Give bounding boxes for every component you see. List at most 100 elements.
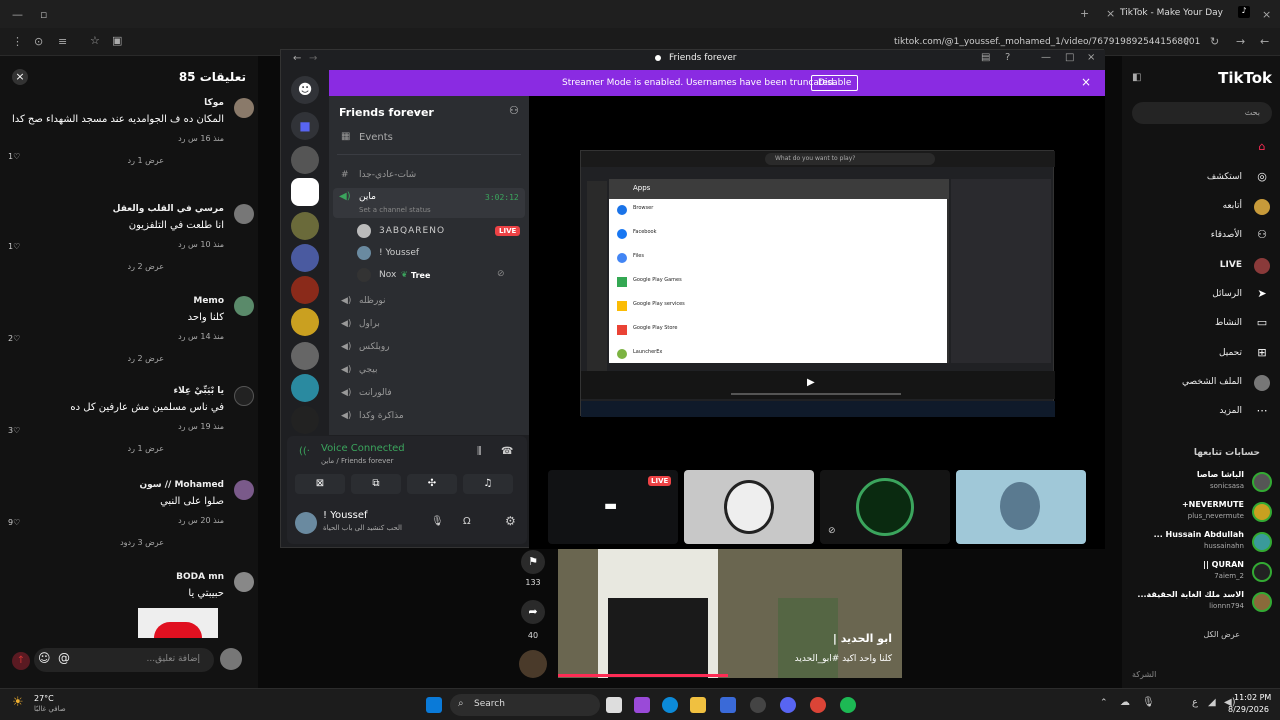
- app-icon[interactable]: [750, 697, 766, 713]
- disconnect-icon[interactable]: ☎: [501, 446, 513, 457]
- url-field[interactable]: tiktok.com/@1_youssef._mohamed_1/video/7…: [894, 37, 1200, 47]
- close-comments-icon[interactable]: ×: [12, 69, 28, 85]
- clock-time[interactable]: 11:02 PM: [1234, 693, 1271, 702]
- avatar[interactable]: [234, 98, 254, 118]
- voice-user-name[interactable]: 3ABQARENO: [379, 226, 445, 236]
- reply-button[interactable]: رد: [178, 134, 185, 143]
- nav-activity[interactable]: ▭ النشاط: [1130, 314, 1270, 334]
- sound-disc-icon[interactable]: [519, 650, 547, 678]
- reply-button[interactable]: رد: [178, 332, 185, 341]
- reply-button[interactable]: رد: [178, 422, 185, 431]
- emoji-icon[interactable]: ☺: [38, 651, 51, 665]
- channel-item[interactable]: شات-عادي-جدا: [359, 170, 416, 180]
- server-icon[interactable]: [291, 308, 319, 336]
- minimize-icon[interactable]: —: [12, 8, 23, 21]
- channel-item[interactable]: فالورانت: [359, 388, 392, 398]
- discord-home-icon[interactable]: ☻: [291, 76, 319, 104]
- voice-location[interactable]: ماين / Friends forever: [321, 457, 393, 465]
- events-icon[interactable]: ▦: [341, 131, 350, 142]
- company-link[interactable]: الشركة: [1132, 670, 1156, 679]
- taskbar-search[interactable]: ⌕ Search: [450, 694, 600, 716]
- heart-icon[interactable]: ♡: [13, 152, 20, 161]
- settings-gear-icon[interactable]: ⚙: [505, 514, 516, 528]
- tab-title[interactable]: TikTok - Make Your Day: [1120, 8, 1223, 18]
- avatar[interactable]: [234, 480, 254, 500]
- avatar[interactable]: [234, 572, 254, 592]
- heart-icon[interactable]: ♡: [13, 334, 20, 343]
- server-icon[interactable]: [291, 178, 319, 206]
- reply-button[interactable]: رد: [178, 516, 185, 525]
- user-avatar[interactable]: [295, 512, 317, 534]
- collapse-icon[interactable]: ◧: [1132, 72, 1141, 83]
- avatar[interactable]: [357, 224, 371, 238]
- heart-icon[interactable]: ♡: [13, 242, 20, 251]
- close-banner-icon[interactable]: ×: [1081, 75, 1091, 89]
- nav-messages[interactable]: ➤ الرسائل: [1130, 285, 1270, 305]
- view-replies-button[interactable]: عرض 2 رد: [8, 354, 224, 363]
- language-icon[interactable]: ع: [1192, 697, 1198, 708]
- participant-tile[interactable]: [684, 470, 814, 544]
- weather-temp[interactable]: 27°C: [34, 694, 54, 703]
- file-explorer-icon[interactable]: [690, 697, 706, 713]
- show-all-link[interactable]: عرض الكل: [1203, 630, 1240, 639]
- avatar[interactable]: [357, 246, 371, 260]
- discord-icon[interactable]: [780, 697, 796, 713]
- add-member-icon[interactable]: ⚇: [509, 104, 519, 117]
- participant-tile[interactable]: ⊘: [820, 470, 950, 544]
- menu-dots-icon[interactable]: ⋮: [12, 35, 23, 48]
- server-icon[interactable]: [291, 276, 319, 304]
- following-account[interactable]: Hussain Abdullah ... hussainahn: [1128, 528, 1272, 558]
- comment-user[interactable]: BODA mn: [8, 572, 224, 582]
- task-view-icon[interactable]: [606, 697, 622, 713]
- spotify-icon[interactable]: [840, 697, 856, 713]
- screen-share-button[interactable]: ⧉: [351, 474, 401, 494]
- new-tab-icon[interactable]: +: [1080, 7, 1089, 20]
- extension-icon[interactable]: ▣: [112, 34, 122, 47]
- windows-start-icon[interactable]: [426, 697, 442, 713]
- forward-icon[interactable]: →: [309, 53, 317, 64]
- avatar[interactable]: [234, 386, 254, 406]
- headphones-icon[interactable]: Ω: [463, 516, 471, 527]
- network-icon[interactable]: ◢: [1208, 697, 1216, 708]
- view-replies-button[interactable]: عرض 3 ردود: [8, 538, 224, 547]
- comment-input[interactable]: إضافة تعليق... @ ☺: [34, 648, 214, 672]
- view-replies-button[interactable]: عرض 1 رد: [8, 444, 224, 453]
- server-icon[interactable]: [291, 374, 319, 402]
- nav-friends[interactable]: ⚇ الأصدقاء: [1130, 226, 1270, 246]
- share-icon[interactable]: ➦: [521, 600, 545, 624]
- chevron-down-icon[interactable]: ⌄: [413, 106, 421, 116]
- share-icon[interactable]: ⇪: [1182, 35, 1191, 48]
- current-username[interactable]: ! Youssef: [323, 510, 368, 521]
- channel-item[interactable]: روبلكس: [359, 342, 390, 352]
- comment-user[interactable]: Memo: [8, 296, 224, 306]
- nav-following[interactable]: أتابعه: [1130, 197, 1270, 217]
- nav-for-you[interactable]: ⌂: [1130, 138, 1270, 158]
- view-replies-button[interactable]: عرض 2 رد: [8, 262, 224, 271]
- restore-icon[interactable]: ▫: [40, 8, 47, 21]
- comment-user[interactable]: يا بْيَبِّيْ عِلاء: [8, 386, 224, 396]
- send-icon[interactable]: ↑: [12, 652, 30, 670]
- screen-share-view[interactable]: What do you want to play? Apps Browser F…: [580, 150, 1055, 417]
- nav-profile[interactable]: الملف الشخصي: [1130, 373, 1270, 393]
- camera-off-button[interactable]: ⊠: [295, 474, 345, 494]
- voice-user-name[interactable]: ! Youssef: [379, 248, 419, 258]
- search-input[interactable]: بحث: [1132, 102, 1272, 124]
- back-icon[interactable]: ←: [293, 53, 301, 64]
- channel-item[interactable]: مذاكرة وكدا: [359, 411, 404, 421]
- tune-icon[interactable]: ≡: [58, 35, 67, 48]
- nav-explore[interactable]: ◎ استكشف: [1130, 168, 1270, 188]
- store-icon[interactable]: [720, 697, 736, 713]
- server-icon[interactable]: [291, 342, 319, 370]
- channel-item[interactable]: نورظله: [359, 296, 385, 306]
- comment-user[interactable]: موكا: [8, 98, 224, 108]
- clock-date[interactable]: 8/29/2026: [1228, 705, 1269, 714]
- weather-icon[interactable]: ☀: [12, 695, 24, 710]
- cloud-icon[interactable]: ☁: [1120, 697, 1130, 708]
- copilot-icon[interactable]: [634, 697, 650, 713]
- close-tab-icon[interactable]: ×: [1106, 7, 1115, 20]
- server-icon[interactable]: ■: [291, 112, 319, 140]
- comment-user[interactable]: مرسي في القلب والعقل: [8, 204, 224, 214]
- voice-connected-label[interactable]: Voice Connected: [321, 443, 405, 454]
- weather-desc[interactable]: صافي غالبًا: [34, 705, 66, 713]
- heart-icon[interactable]: ♡: [13, 426, 20, 435]
